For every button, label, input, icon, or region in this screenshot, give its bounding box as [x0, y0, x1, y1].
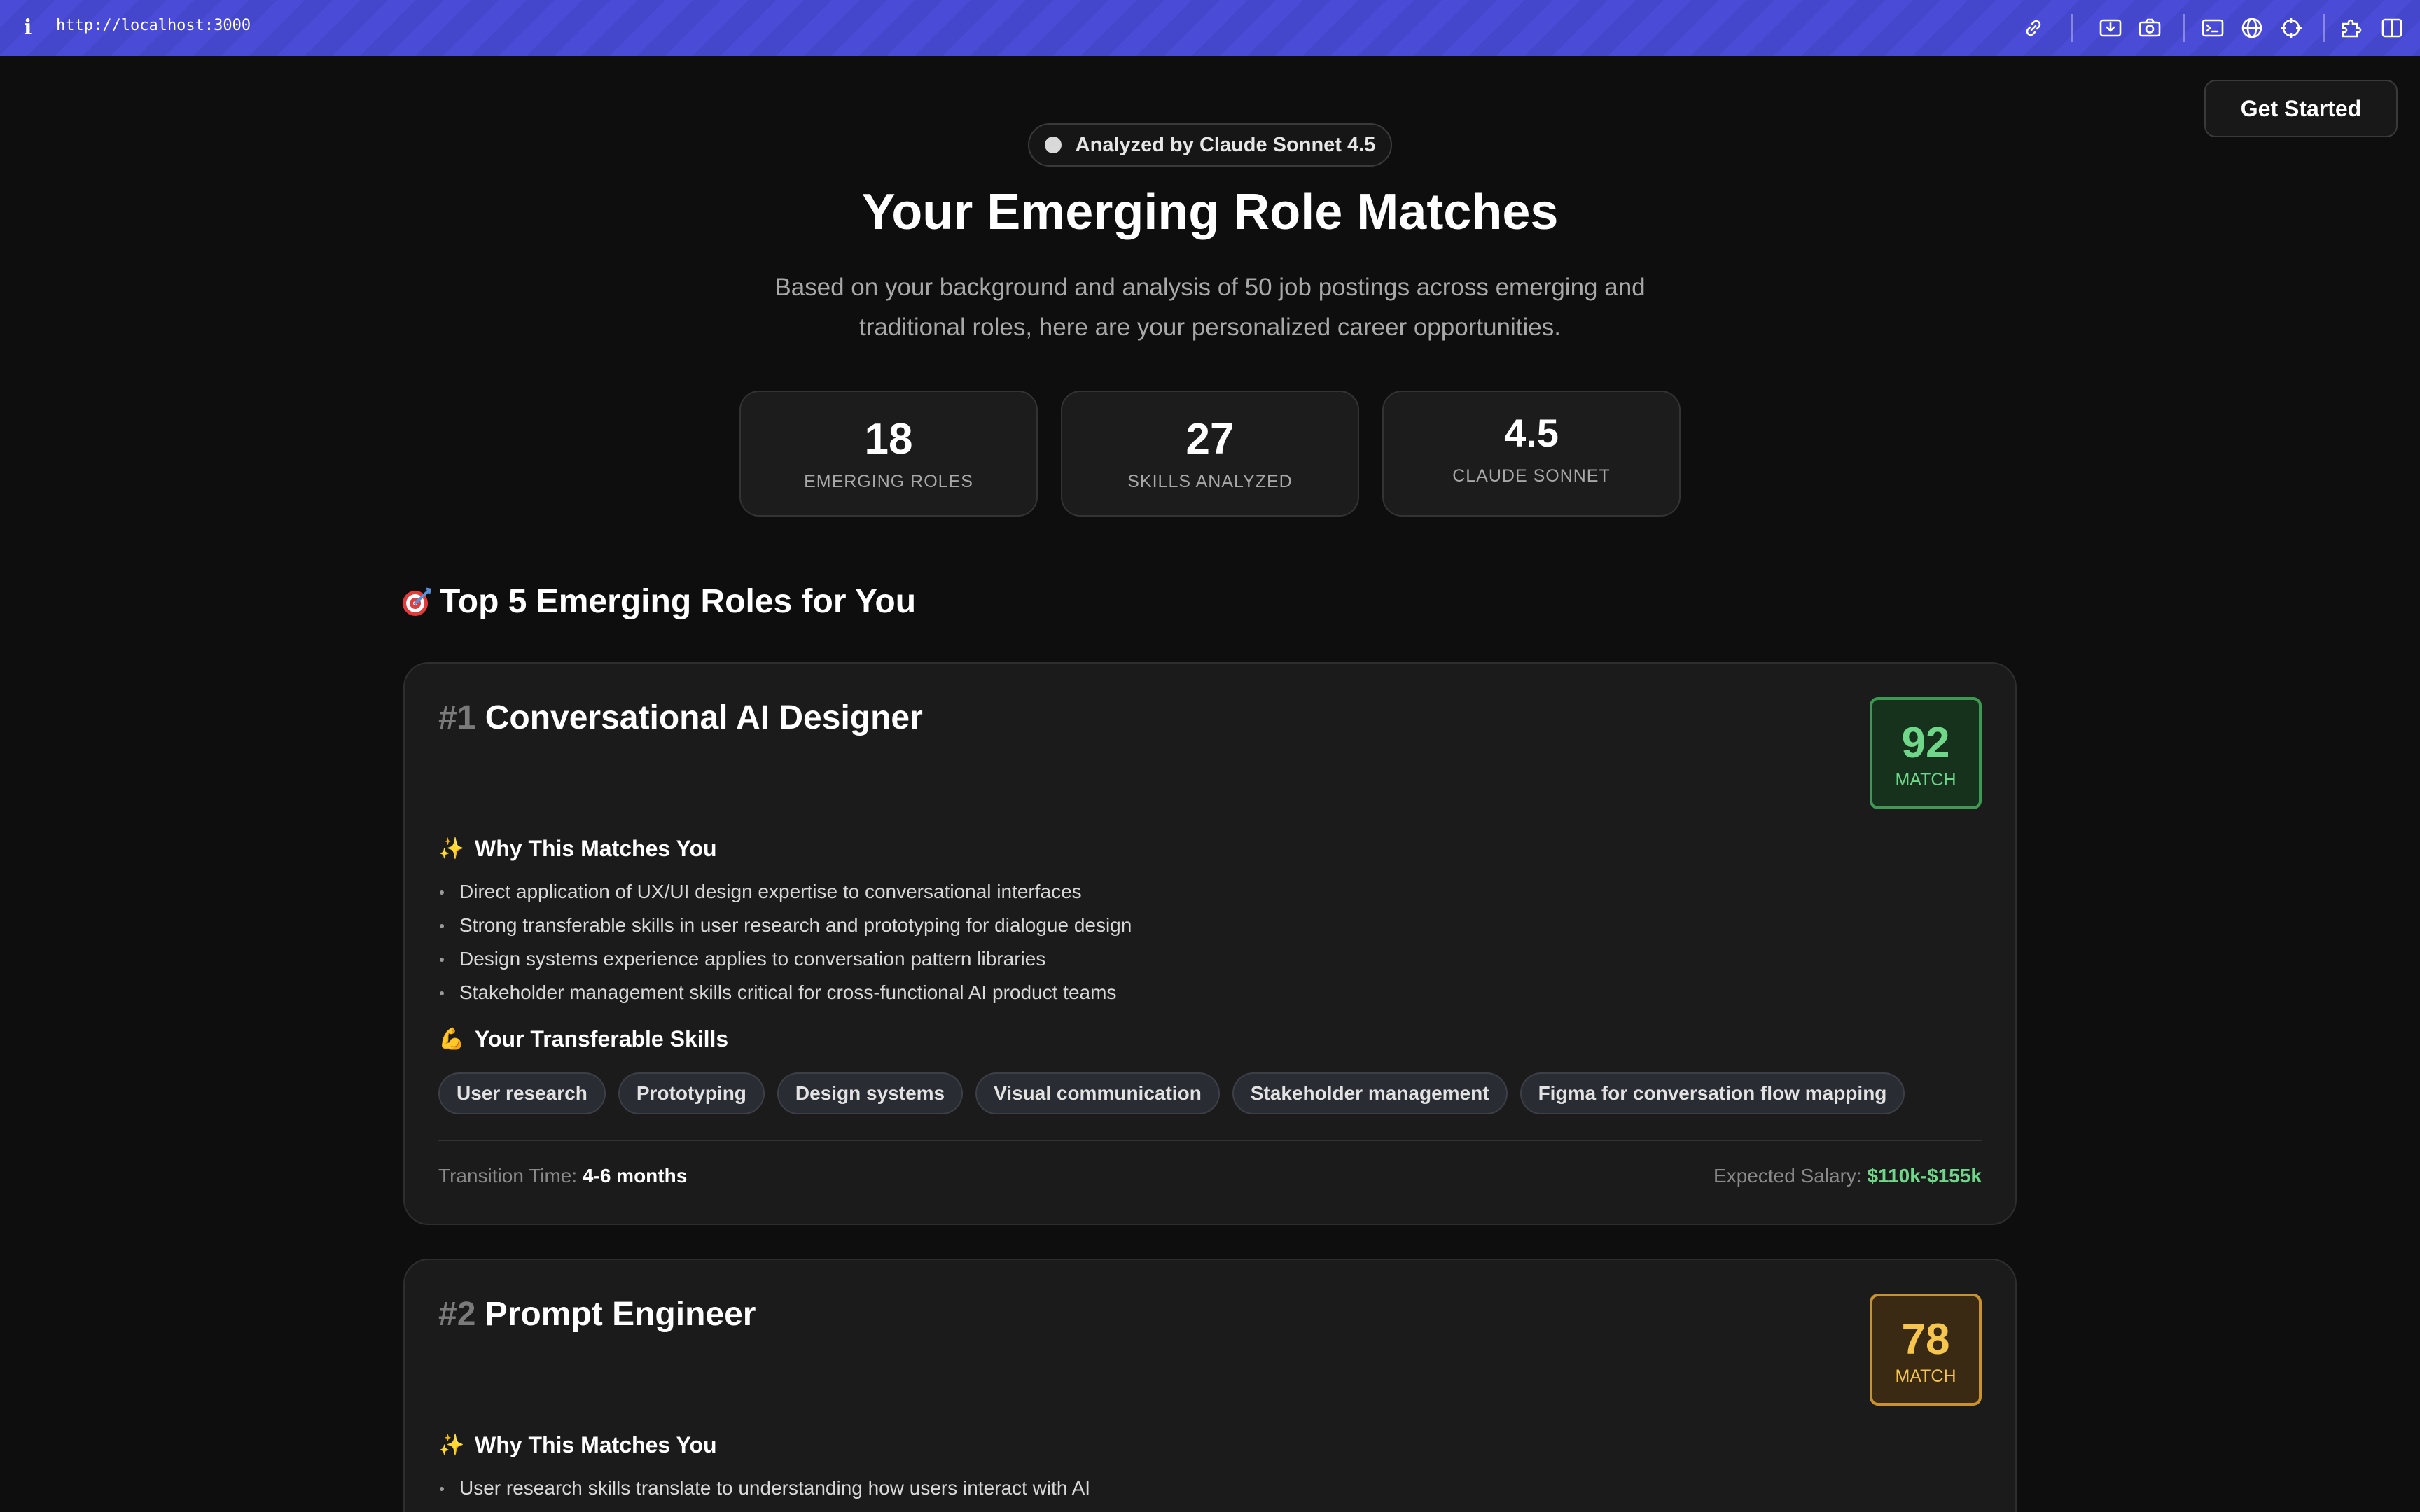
transition-time: Transition Time: 4-6 months	[438, 1165, 687, 1187]
model-badge: Analyzed by Claude Sonnet 4.5	[1028, 123, 1392, 167]
skill-chip: Figma for conversation flow mapping	[1520, 1072, 1905, 1114]
page-subtitle: Based on your background and analysis of…	[774, 274, 1646, 341]
info-icon[interactable]: i	[24, 15, 38, 41]
download-icon[interactable]	[2098, 15, 2123, 41]
skill-chip: Design systems	[777, 1072, 964, 1114]
why-heading: ✨ Why This Matches You	[438, 1432, 717, 1458]
stat-label: CLAUDE SONNET	[1452, 466, 1611, 486]
expected-salary: Expected Salary: $110k-$155k	[1713, 1165, 1982, 1187]
crosshair-icon[interactable]	[2279, 15, 2304, 41]
section-title-text: Top 5 Emerging Roles for You	[440, 583, 917, 620]
role-rank: #2	[438, 1296, 476, 1333]
role-title: #2 Prompt Engineer	[438, 1295, 756, 1334]
sidebar-icon[interactable]	[2379, 15, 2405, 41]
extensions-icon[interactable]	[2339, 15, 2364, 41]
link-icon[interactable]	[2021, 15, 2046, 41]
list-item: User research skills translate to unders…	[438, 1471, 1090, 1505]
list-item: Design systems experience applies to con…	[438, 942, 1132, 976]
url-bar[interactable]: http://localhost:3000	[56, 17, 251, 34]
stat-card-claude-sonnet: 4.5 CLAUDE SONNET	[1382, 391, 1681, 517]
role-title: #1 Conversational AI Designer	[438, 699, 923, 737]
stat-value: 18	[864, 415, 913, 463]
role-name: Conversational AI Designer	[485, 699, 923, 736]
transition-value: 4-6 months	[582, 1165, 688, 1186]
skills-heading-text: Your Transferable Skills	[475, 1026, 729, 1051]
target-icon	[403, 587, 431, 616]
status-dot-icon	[1044, 136, 1062, 153]
skills-heading: 💪 Your Transferable Skills	[438, 1026, 728, 1052]
why-heading: ✨ Why This Matches You	[438, 836, 717, 862]
skill-chip: Visual communication	[975, 1072, 1220, 1114]
match-label: MATCH	[1895, 1366, 1956, 1386]
stat-card-emerging-roles: 18 EMERGING ROLES	[739, 391, 1038, 517]
role-card: #1 Conversational AI Designer 92 MATCH ✨…	[403, 662, 2017, 1225]
why-heading-text: Why This Matches You	[475, 1432, 717, 1457]
toolbar-separator	[2071, 14, 2073, 42]
sparkles-icon: ✨	[438, 836, 465, 861]
salary-label: Expected Salary:	[1713, 1165, 1862, 1186]
stat-value: 4.5	[1504, 411, 1559, 455]
stat-card-skills-analyzed: 27 SKILLS ANALYZED	[1061, 391, 1359, 517]
terminal-icon[interactable]	[2200, 15, 2225, 41]
skill-chip: Prototyping	[618, 1072, 765, 1114]
divider	[438, 1140, 1982, 1141]
stat-value: 27	[1185, 415, 1235, 463]
get-started-button[interactable]: Get Started	[2204, 80, 2398, 137]
list-item: Strong transferable skills in user resea…	[438, 909, 1132, 942]
stat-label: EMERGING ROLES	[804, 472, 973, 491]
match-label: MATCH	[1895, 770, 1956, 790]
browser-toolbar: i http://localhost:3000	[0, 0, 2420, 56]
badge-label: Analyzed by Claude Sonnet 4.5	[1075, 133, 1376, 156]
why-heading-text: Why This Matches You	[475, 836, 717, 861]
globe-icon[interactable]	[2239, 15, 2265, 41]
role-name: Prompt Engineer	[485, 1296, 756, 1333]
skill-chip: Stakeholder management	[1232, 1072, 1508, 1114]
match-score: 78	[1901, 1315, 1950, 1364]
salary-value: $110k-$155k	[1867, 1165, 1982, 1186]
stat-label: SKILLS ANALYZED	[1127, 472, 1293, 491]
reasons-list: User research skills translate to unders…	[438, 1471, 1090, 1505]
list-item: Direct application of UX/UI design exper…	[438, 875, 1132, 909]
flexed-biceps-icon: 💪	[438, 1027, 465, 1051]
match-score: 92	[1901, 719, 1950, 767]
match-score-badge: 78 MATCH	[1870, 1294, 1982, 1406]
toolbar-separator	[2323, 14, 2325, 42]
camera-icon[interactable]	[2137, 15, 2162, 41]
role-card: #2 Prompt Engineer 78 MATCH ✨ Why This M…	[403, 1259, 2017, 1512]
transition-label: Transition Time:	[438, 1165, 578, 1186]
page-title: Your Emerging Role Matches	[861, 184, 1559, 240]
reasons-list: Direct application of UX/UI design exper…	[438, 875, 1132, 1009]
skill-chip: User research	[438, 1072, 606, 1114]
sparkles-icon: ✨	[438, 1433, 465, 1457]
match-score-badge: 92 MATCH	[1870, 697, 1982, 809]
toolbar-separator	[2183, 14, 2185, 42]
skills-chips: User research Prototyping Design systems…	[438, 1072, 1905, 1114]
section-title: Top 5 Emerging Roles for You	[401, 582, 916, 621]
role-rank: #1	[438, 699, 476, 736]
list-item: Stakeholder management skills critical f…	[438, 976, 1132, 1009]
